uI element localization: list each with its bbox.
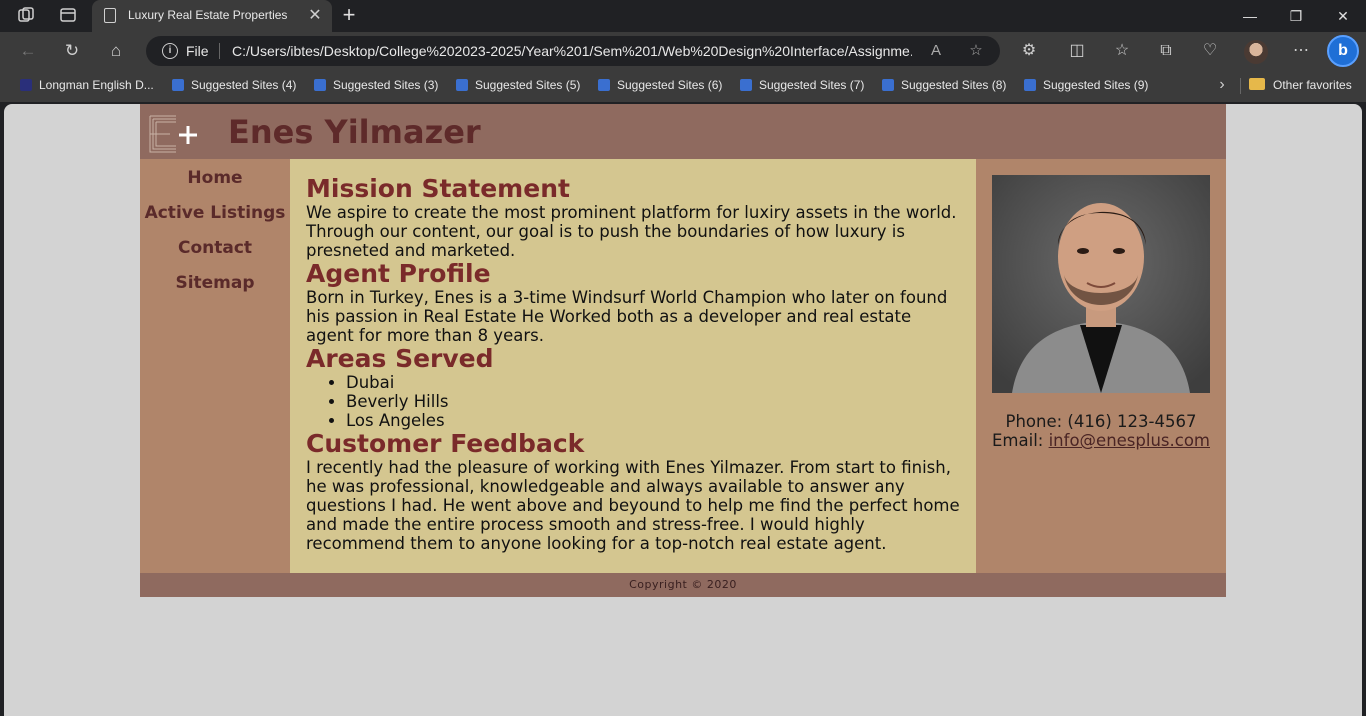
profile-text: Born in Turkey, Enes is a 3-time Windsur… [306,288,948,345]
feedback-text: I recently had the pleasure of working w… [306,458,960,553]
tab-luxury-real-estate[interactable]: Luxury Real Estate Properties ✕ [92,0,332,32]
nav-home[interactable]: Home [140,166,290,201]
divider [1240,78,1241,94]
favorite-star-icon[interactable]: ☆ [966,41,986,61]
globe-icon [1024,79,1036,91]
mission-text: We aspire to create the most prominent p… [306,203,957,260]
refresh-icon[interactable]: ↻ [60,40,84,62]
globe-icon [172,79,184,91]
feedback-heading: Customer Feedback [306,429,585,458]
favorite-label: Suggested Sites (9) [1043,78,1149,92]
favorite-label: Suggested Sites (3) [333,78,439,92]
nav-sitemap[interactable]: Sitemap [140,271,290,306]
favorite-label: Suggested Sites (7) [759,78,865,92]
tab-actions-icon[interactable] [57,6,79,26]
favorite-item[interactable]: Longman English D... [20,78,154,92]
other-favorites[interactable]: Other favorites [1249,78,1352,92]
minimize-icon[interactable]: — [1238,4,1262,28]
tab-bar: Luxury Real Estate Properties ✕ + — ❐ ✕ [0,0,1366,32]
main-content: Mission Statement We aspire to create th… [290,159,976,573]
browser-toolbar: ← ↻ ⌂ i File C:/Users/ibtes/Desktop/Coll… [0,32,1366,70]
info-icon[interactable]: i [162,43,178,59]
profile-heading: Agent Profile [306,259,491,288]
site-body: Home Active Listings Contact Sitemap Mis… [140,159,1226,573]
favorite-label: Suggested Sites (8) [901,78,1007,92]
list-item: Los Angeles [346,411,960,430]
tab-title: Luxury Real Estate Properties [128,8,288,22]
site-title: Enes Yilmazer [228,113,481,151]
favorite-item[interactable]: Suggested Sites (7) [740,78,864,92]
site-footer: Copyright © 2020 [140,573,1226,597]
more-icon[interactable]: ⋯ [1289,40,1313,62]
home-icon[interactable]: ⌂ [104,40,128,62]
restore-icon[interactable]: ❐ [1284,4,1308,28]
profile-avatar[interactable] [1244,40,1268,64]
favorite-item[interactable]: Suggested Sites (8) [882,78,1006,92]
favorites-bar: Longman English D... Suggested Sites (4)… [0,70,1366,102]
back-icon[interactable]: ← [16,40,40,62]
email-line: Email: info@enesplus.com [976,431,1226,450]
chevron-right-icon[interactable]: › [1212,76,1232,96]
read-aloud-icon[interactable]: A [926,41,946,61]
bookmark-icon [20,79,32,91]
globe-icon [740,79,752,91]
agent-photo [992,175,1210,393]
list-item: Beverly Hills [346,392,960,411]
logo-icon [149,115,197,153]
globe-icon [314,79,326,91]
contact-sidebar: Phone: (416) 123-4567 Email: info@enespl… [976,159,1226,573]
workspaces-icon[interactable] [15,6,37,26]
email-link[interactable]: info@enesplus.com [1049,431,1210,450]
globe-icon [456,79,468,91]
website: Enes Yilmazer Home Active Listings Conta… [140,104,1226,597]
favorite-item[interactable]: Suggested Sites (6) [598,78,722,92]
site-nav: Home Active Listings Contact Sitemap [140,159,290,573]
list-item: Dubai [346,373,960,392]
url-text[interactable]: C:/Users/ibtes/Desktop/College%202023-20… [232,43,912,59]
page-viewport: Enes Yilmazer Home Active Listings Conta… [4,104,1362,716]
copilot-icon[interactable]: b [1327,35,1359,67]
favorite-label: Suggested Sites (5) [475,78,581,92]
close-tab-icon[interactable]: ✕ [306,6,324,26]
folder-icon [1249,78,1265,90]
extensions-icon[interactable]: ⚙ [1017,40,1041,62]
mission-heading: Mission Statement [306,174,570,203]
favorite-item[interactable]: Suggested Sites (3) [314,78,438,92]
collections-icon[interactable]: ⧉ [1154,40,1178,62]
globe-icon [882,79,894,91]
favorite-label: Suggested Sites (4) [191,78,297,92]
scheme-label: File [186,43,209,59]
nav-contact[interactable]: Contact [140,236,290,271]
favorite-label: Longman English D... [39,78,154,92]
areas-list: Dubai Beverly Hills Los Angeles [306,373,960,430]
favorite-label: Suggested Sites (6) [617,78,723,92]
address-bar[interactable]: i File C:/Users/ibtes/Desktop/College%20… [146,36,1000,66]
favorites-icon[interactable]: ☆ [1110,40,1134,62]
email-label: Email: [992,431,1044,450]
new-tab-icon[interactable]: + [339,4,359,28]
globe-icon [598,79,610,91]
page-icon [104,8,116,23]
favorite-item[interactable]: Suggested Sites (5) [456,78,580,92]
close-window-icon[interactable]: ✕ [1331,4,1355,28]
other-favorites-label: Other favorites [1273,78,1352,92]
performance-icon[interactable]: ♡ [1198,40,1222,62]
favorite-item[interactable]: Suggested Sites (9) [1024,78,1148,92]
areas-heading: Areas Served [306,344,494,373]
split-screen-icon[interactable]: ◫ [1065,40,1089,62]
site-header: Enes Yilmazer [140,104,1226,159]
favorite-item[interactable]: Suggested Sites (4) [172,78,296,92]
divider [219,43,220,59]
phone-number: Phone: (416) 123-4567 [1005,412,1197,431]
nav-active-listings[interactable]: Active Listings [140,201,290,236]
